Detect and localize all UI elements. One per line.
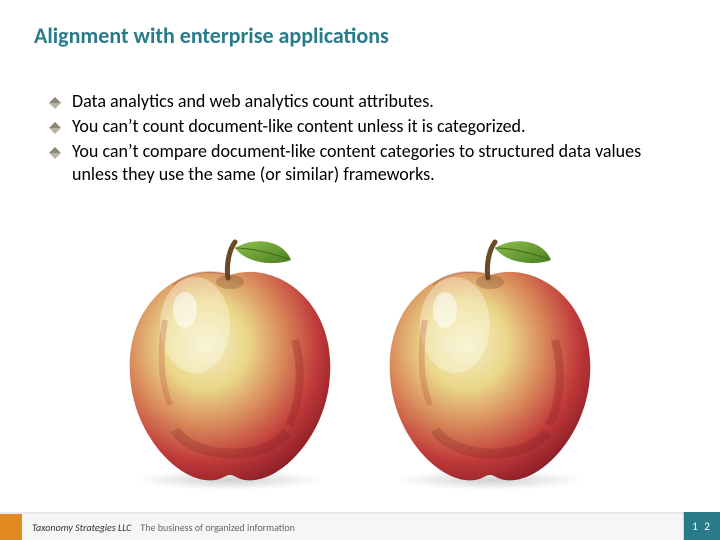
footer-right: 1 2	[683, 512, 720, 540]
list-item: Data analytics and web analytics count a…	[46, 90, 676, 113]
footer-tagline: The business of organized information	[140, 521, 295, 534]
bullet-list: Data analytics and web analytics count a…	[46, 90, 676, 188]
apple-image	[365, 230, 615, 490]
footer-text: Taxonomy Strategies LLC The business of …	[32, 521, 295, 534]
footer-accent	[0, 514, 22, 540]
bullet-text: Data analytics and web analytics count a…	[72, 90, 434, 113]
list-item: You can’t count document-like content un…	[46, 115, 676, 138]
diamond-bullet-icon	[46, 119, 64, 137]
footer-bar: Taxonomy Strategies LLC The business of …	[0, 512, 720, 540]
page-number: 1 2	[684, 512, 720, 540]
page-title: Alignment with enterprise applications	[34, 22, 389, 49]
apple-image-row	[0, 230, 720, 500]
footer-company: Taxonomy Strategies LLC	[32, 521, 131, 534]
bullet-text: You can’t compare document-like content …	[72, 140, 676, 186]
bullet-text: You can’t count document-like content un…	[72, 115, 526, 138]
apple-image	[105, 230, 355, 490]
slide: Alignment with enterprise applications D…	[0, 0, 720, 540]
list-item: You can’t compare document-like content …	[46, 140, 676, 186]
diamond-bullet-icon	[46, 144, 64, 162]
diamond-bullet-icon	[46, 94, 64, 112]
